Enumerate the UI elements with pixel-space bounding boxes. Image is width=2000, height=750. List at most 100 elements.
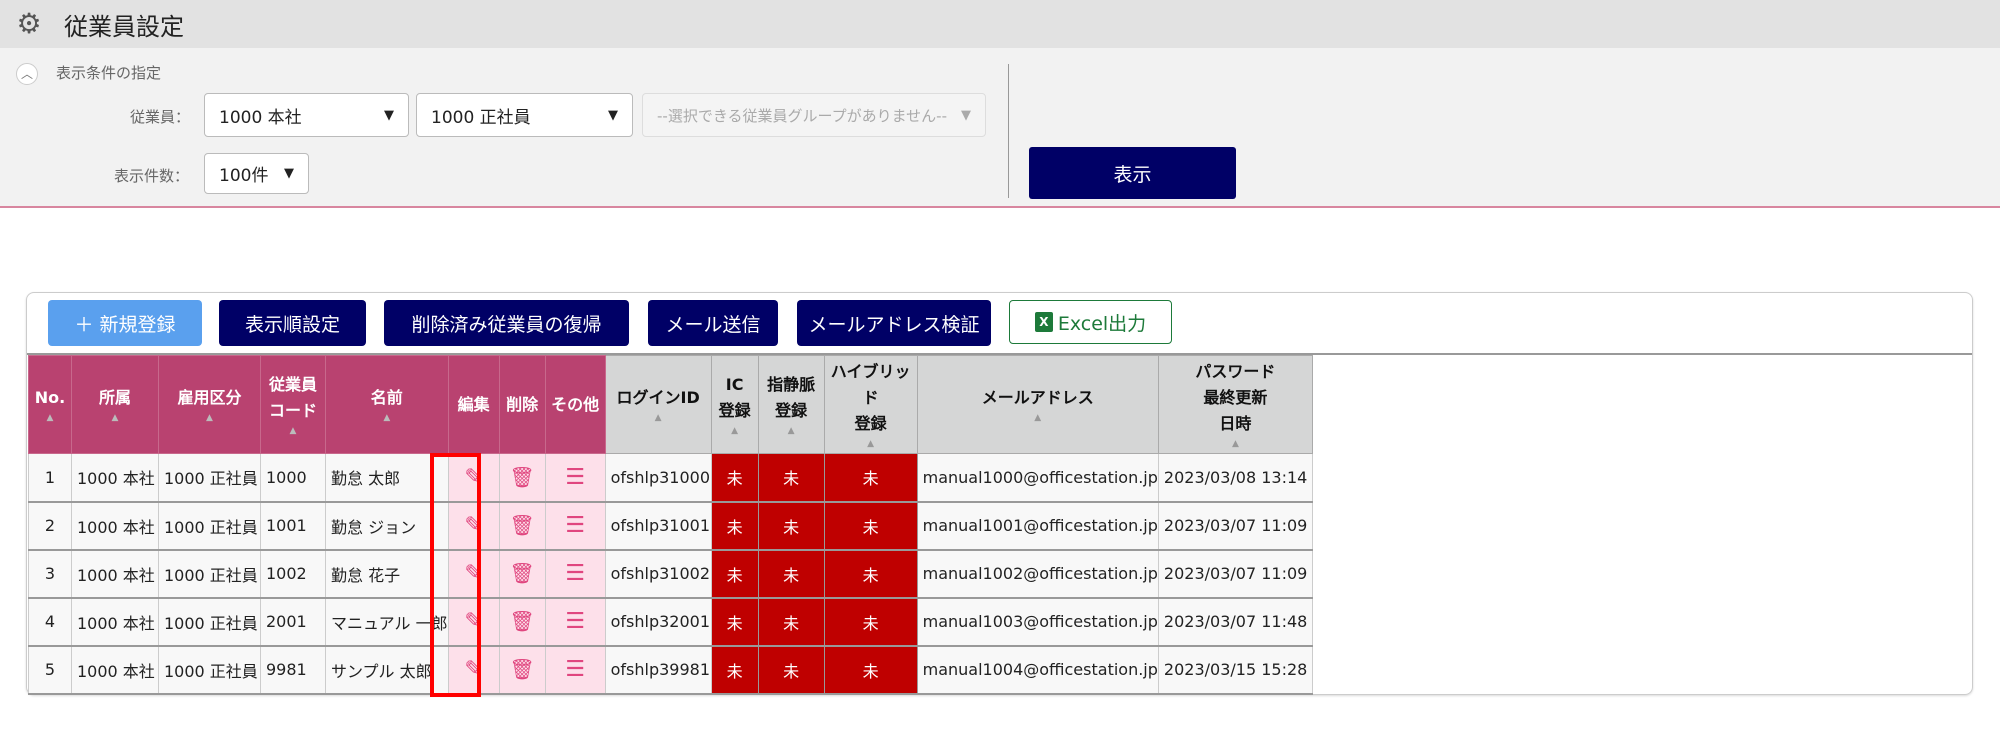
send-mail-button[interactable]: メール送信 bbox=[648, 300, 778, 346]
cell-name: 勤怠 花子 bbox=[325, 549, 449, 599]
sort-arrow-icon[interactable]: ▲ bbox=[29, 411, 71, 425]
column-header-label: その他 bbox=[551, 394, 600, 414]
employment-type-select[interactable]: 1000 正社員 ▼ bbox=[416, 93, 633, 137]
cell-no: 3 bbox=[28, 549, 72, 599]
employee-table: No. ▲ 所属 ▲ 雇用区分 ▲ 従業員 コード ▲ 名前 ▲ 編集 削除 その他 ログインID ▲ IC … bbox=[28, 355, 1313, 695]
cell-vein-status: 未 bbox=[757, 597, 825, 647]
edit-button[interactable]: ✎ bbox=[447, 645, 500, 695]
sort-arrow-icon[interactable]: ▲ bbox=[759, 424, 824, 438]
count-select[interactable]: 100件 ▼ bbox=[204, 153, 309, 194]
column-header-label: 所属 bbox=[98, 387, 131, 407]
cell-hybrid-status: 未 bbox=[823, 645, 918, 695]
column-header-employment-type[interactable]: 雇用区分 ▲ bbox=[158, 355, 261, 454]
column-header-vein[interactable]: 指静脈 登録 ▲ bbox=[757, 355, 825, 454]
cell-name: 勤怠 ジョン bbox=[325, 501, 449, 551]
cell-login-id: ofshlp32001 bbox=[604, 597, 712, 647]
delete-button[interactable]: 🗑 bbox=[498, 501, 546, 551]
group-select-value: --選択できる従業員グループがありません-- bbox=[657, 106, 948, 125]
column-header-employee-code[interactable]: 従業員 コード ▲ bbox=[260, 355, 326, 454]
cell-hybrid-status: 未 bbox=[823, 549, 918, 599]
sort-arrow-icon[interactable]: ▲ bbox=[918, 411, 1158, 425]
other-menu-button[interactable]: ☰ bbox=[544, 453, 606, 503]
column-header-edit: 編集 bbox=[447, 355, 500, 454]
column-header-label: 指静脈 登録 bbox=[767, 374, 816, 420]
trash-icon: 🗑 bbox=[509, 464, 535, 489]
trash-icon: 🗑 bbox=[509, 609, 535, 633]
cell-office: 1000 本社 bbox=[71, 549, 159, 599]
trash-icon: 🗑 bbox=[509, 561, 535, 585]
cell-password-updated: 2023/03/07 11:09 bbox=[1157, 549, 1313, 599]
cell-ic-status: 未 bbox=[710, 549, 759, 599]
column-header-no[interactable]: No. ▲ bbox=[28, 355, 72, 454]
edit-button[interactable]: ✎ bbox=[447, 501, 500, 551]
cell-name: 勤怠 太郎 bbox=[325, 453, 449, 503]
sort-arrow-icon[interactable]: ▲ bbox=[261, 424, 325, 438]
collapse-toggle-icon[interactable]: ︿ bbox=[16, 63, 38, 85]
cell-no: 4 bbox=[28, 597, 72, 647]
menu-icon: ☰ bbox=[565, 513, 585, 538]
cell-hybrid-status: 未 bbox=[823, 453, 918, 503]
cell-employment-type: 1000 正社員 bbox=[158, 501, 261, 551]
sort-arrow-icon[interactable]: ▲ bbox=[72, 411, 158, 425]
sort-arrow-icon[interactable]: ▲ bbox=[1159, 437, 1312, 451]
sort-arrow-icon[interactable]: ▲ bbox=[159, 411, 260, 425]
column-header-name[interactable]: 名前 ▲ bbox=[325, 355, 449, 454]
cell-ic-status: 未 bbox=[710, 645, 759, 695]
sort-arrow-icon[interactable]: ▲ bbox=[326, 411, 448, 425]
cell-email: manual1004@officestation.jp bbox=[916, 645, 1159, 695]
pencil-icon: ✎ bbox=[464, 657, 483, 682]
display-order-button[interactable]: 表示順設定 bbox=[219, 300, 366, 346]
office-select[interactable]: 1000 本社 ▼ bbox=[204, 93, 409, 137]
column-header-label: ハイブリッド 登録 bbox=[830, 361, 911, 433]
cell-office: 1000 本社 bbox=[71, 597, 159, 647]
column-header-hybrid[interactable]: ハイブリッド 登録 ▲ bbox=[823, 355, 918, 454]
cell-code: 9981 bbox=[260, 645, 326, 695]
new-registration-button[interactable]: ＋ 新規登録 bbox=[48, 300, 202, 346]
edit-button[interactable]: ✎ bbox=[447, 549, 500, 599]
column-header-label: ログインID bbox=[616, 387, 700, 407]
pencil-icon: ✎ bbox=[464, 513, 483, 538]
column-header-label: 雇用区分 bbox=[177, 387, 242, 407]
show-button[interactable]: 表示 bbox=[1029, 147, 1236, 199]
sort-arrow-icon[interactable]: ▲ bbox=[825, 437, 917, 451]
excel-export-button[interactable]: X Excel出力 bbox=[1009, 300, 1172, 344]
filter-panel: ︿ 表示条件の指定 従業員： 1000 本社 ▼ 1000 正社員 ▼ --選択でき… bbox=[0, 48, 2000, 208]
cell-login-id: ofshlp31000 bbox=[604, 453, 712, 503]
cell-code: 2001 bbox=[260, 597, 326, 647]
edit-button[interactable]: ✎ bbox=[447, 597, 500, 647]
cell-code: 1001 bbox=[260, 501, 326, 551]
delete-button[interactable]: 🗑 bbox=[498, 549, 546, 599]
employee-label: 従業員： bbox=[130, 108, 191, 126]
other-menu-button[interactable]: ☰ bbox=[544, 549, 606, 599]
column-header-other: その他 bbox=[544, 355, 606, 454]
other-menu-button[interactable]: ☰ bbox=[544, 597, 606, 647]
divider bbox=[1008, 64, 1009, 198]
delete-button[interactable]: 🗑 bbox=[498, 597, 546, 647]
count-select-value: 100件 bbox=[219, 166, 269, 186]
cell-email: manual1001@officestation.jp bbox=[916, 501, 1159, 551]
cell-hybrid-status: 未 bbox=[823, 501, 918, 551]
column-header-ic[interactable]: IC 登録 ▲ bbox=[710, 355, 759, 454]
other-menu-button[interactable]: ☰ bbox=[544, 501, 606, 551]
sort-arrow-icon[interactable]: ▲ bbox=[712, 424, 758, 438]
verify-email-button[interactable]: メールアドレス検証 bbox=[797, 300, 991, 346]
cell-office: 1000 本社 bbox=[71, 501, 159, 551]
gear-icon: ⚙ bbox=[16, 7, 42, 40]
column-header-label: 従業員 コード bbox=[268, 374, 317, 420]
restore-deleted-button[interactable]: 削除済み従業員の復帰 bbox=[384, 300, 629, 346]
table-row: 1 1000 本社 1000 正社員 1000 勤怠 太郎 ✎ 🗑 ☰ ofshlp31000 未… bbox=[28, 453, 1313, 503]
cell-code: 1000 bbox=[260, 453, 326, 503]
cell-code: 1002 bbox=[260, 549, 326, 599]
column-header-login-id[interactable]: ログインID ▲ bbox=[604, 355, 712, 454]
sort-arrow-icon[interactable]: ▲ bbox=[606, 411, 711, 425]
cell-no: 1 bbox=[28, 453, 72, 503]
edit-button[interactable]: ✎ bbox=[447, 453, 500, 503]
column-header-email[interactable]: メールアドレス ▲ bbox=[916, 355, 1159, 454]
delete-button[interactable]: 🗑 bbox=[498, 453, 546, 503]
column-header-password-updated[interactable]: パスワード 最終更新 日時 ▲ bbox=[1157, 355, 1313, 454]
other-menu-button[interactable]: ☰ bbox=[544, 645, 606, 695]
employment-select-value: 1000 正社員 bbox=[431, 107, 531, 128]
column-header-office[interactable]: 所属 ▲ bbox=[71, 355, 159, 454]
delete-button[interactable]: 🗑 bbox=[498, 645, 546, 695]
cell-email: manual1003@officestation.jp bbox=[916, 597, 1159, 647]
